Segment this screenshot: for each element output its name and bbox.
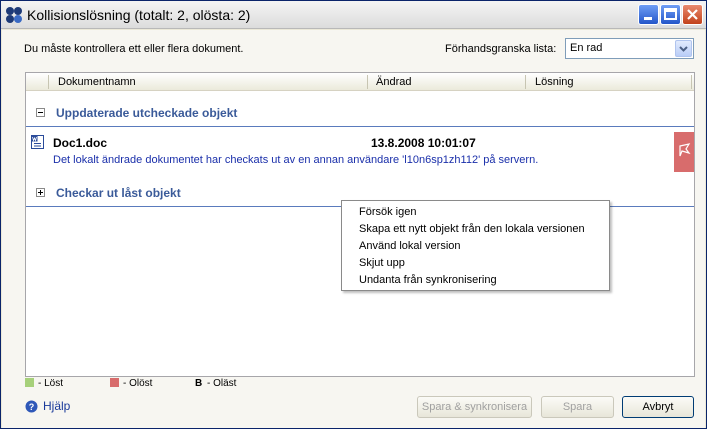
dialog-content: Du måste kontrollera ett eller flera dok… [2,30,705,428]
maximize-button[interactable] [660,4,681,25]
legend-unread: - Oläst [207,378,237,389]
menu-item-use-local[interactable]: Använd lokal version [359,240,461,252]
title-bar[interactable]: Kollisionslösning (totalt: 2, olösta: 2) [1,1,706,29]
preview-list-dropdown[interactable]: En rad [565,38,694,59]
column-separator[interactable] [691,75,692,89]
help-link[interactable]: Hjälp [43,399,70,413]
window-title: Kollisionslösning (totalt: 2, olösta: 2) [27,7,251,23]
preview-list-value: En rad [570,42,603,54]
menu-item-create-new[interactable]: Skapa ett nytt objekt från den lokala ve… [359,223,585,235]
save-button[interactable]: Spara [541,396,614,418]
close-button[interactable] [682,4,703,25]
legend-b-key: B [195,378,203,389]
minus-icon [38,112,43,113]
resolved-swatch [25,378,34,387]
expand-toggle[interactable] [36,188,45,197]
column-header-changed[interactable]: Ändrad [376,76,411,88]
menu-item-retry[interactable]: Försök igen [359,206,416,218]
conflict-resolution-window: Kollisionslösning (totalt: 2, olösta: 2)… [0,0,707,429]
maximize-icon [664,8,677,20]
word-document-icon [31,135,44,149]
app-logo-icon [6,7,22,23]
instruction-text: Du måste kontrollera ett eller flera dok… [24,43,244,55]
group-label: Checkar ut låst objekt [56,186,181,200]
chevron-down-icon [679,46,688,52]
unresolved-status-cell[interactable] [674,132,694,172]
list-item[interactable]: Doc1.doc 13.8.2008 10:01:07 Det lokalt ä… [26,132,694,174]
preview-list-label: Förhandsgranska lista: [445,43,557,55]
close-icon [687,9,698,20]
document-changed-date: 13.8.2008 10:01:07 [371,136,476,150]
column-separator[interactable] [525,75,526,89]
menu-item-postpone[interactable]: Skjut upp [359,257,405,269]
unresolved-swatch [110,378,119,387]
plus-icon [38,190,43,195]
column-separator[interactable] [48,75,49,89]
flag-icon [679,143,691,157]
menu-item-exclude-sync[interactable]: Undanta från synkronisering [359,274,497,286]
group-divider [26,126,694,127]
group-row-updated[interactable]: Uppdaterade utcheckade objekt [26,101,694,127]
document-name: Doc1.doc [53,136,108,150]
legend-resolved: - Löst [38,378,64,389]
help-icon[interactable]: ? [25,400,38,413]
column-header-solution[interactable]: Lösning [535,76,574,88]
svg-text:?: ? [29,402,35,412]
conflict-message: Det lokalt ändrade dokumentet har checka… [53,154,539,166]
save-and-sync-button[interactable]: Spara & synkronisera [417,396,532,418]
column-header-name[interactable]: Dokumentnamn [58,76,136,88]
group-label: Uppdaterade utcheckade objekt [56,106,238,120]
list-header: Dokumentnamn Ändrad Lösning [26,73,694,91]
minimize-icon [644,17,652,20]
cancel-button[interactable]: Avbryt [622,396,694,418]
context-menu: Försök igen Skapa ett nytt objekt från d… [341,200,610,291]
dropdown-arrow-button[interactable] [675,40,692,57]
minimize-button[interactable] [638,4,659,25]
legend-unresolved: - Olöst [123,378,153,389]
column-separator[interactable] [367,75,368,89]
collapse-toggle[interactable] [36,108,45,117]
